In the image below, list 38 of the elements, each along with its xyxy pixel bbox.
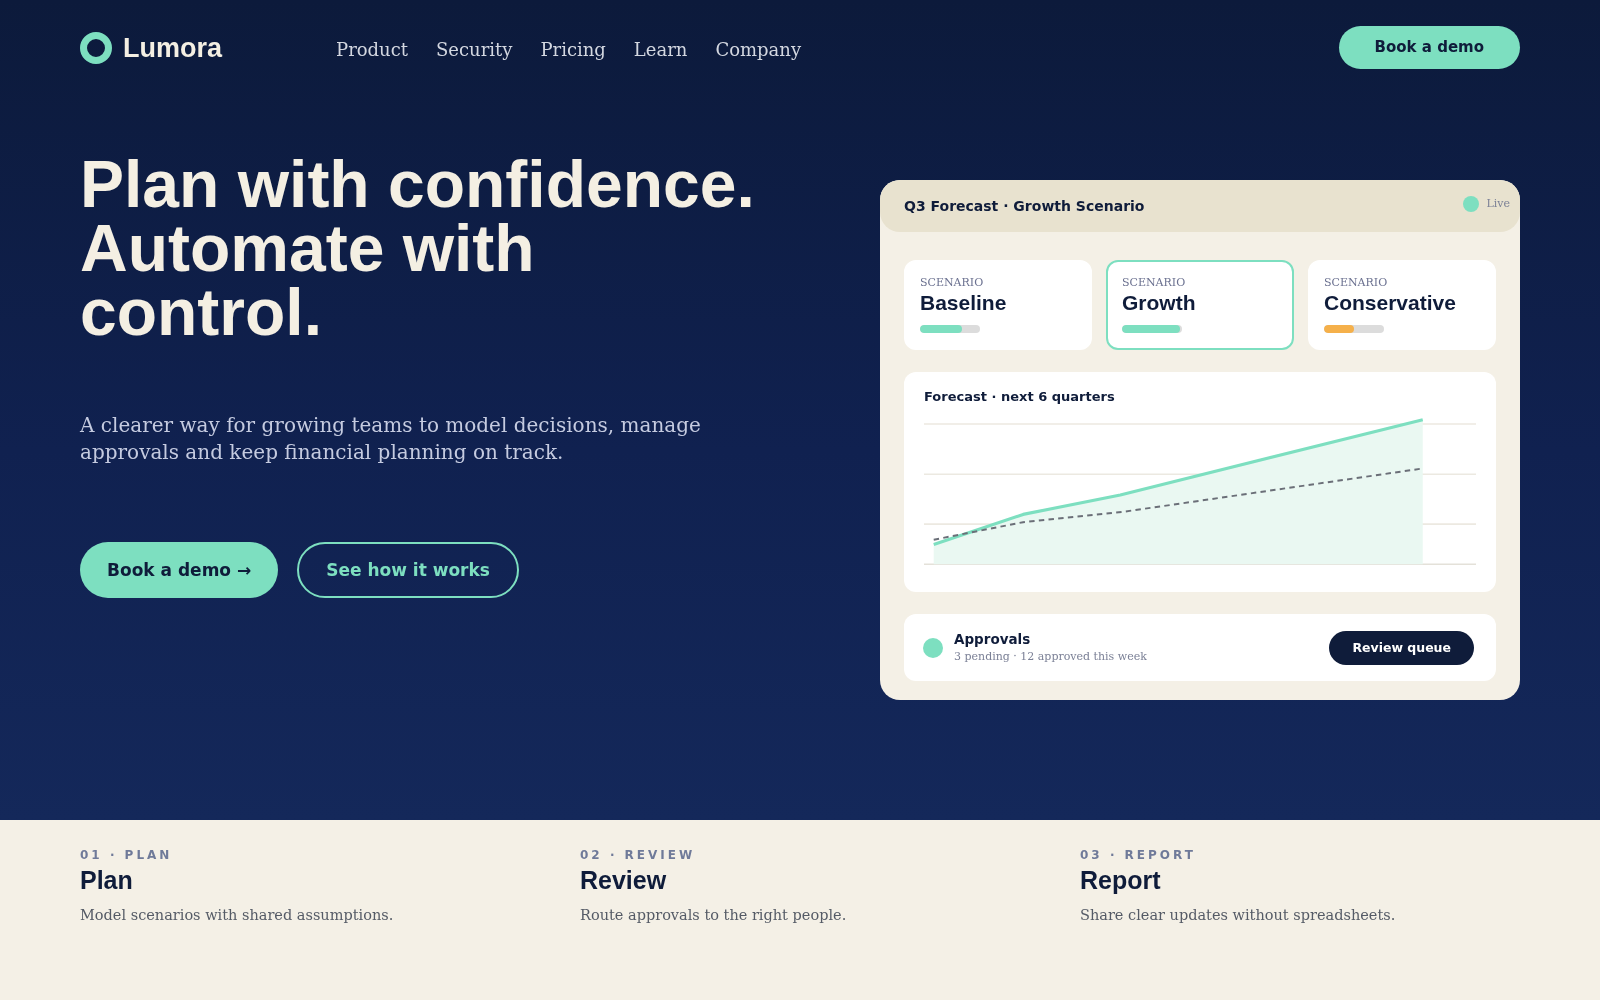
nav-link[interactable]: Security (436, 38, 513, 62)
step-description: Model scenarios with shared assumptions. (80, 906, 394, 925)
scenario-card[interactable]: SCENARIO Baseline (904, 260, 1092, 350)
nav-link[interactable]: Learn (633, 38, 688, 62)
step-eyebrow: 02 · REVIEW (580, 848, 696, 862)
book-demo-button[interactable]: Book a demo (1338, 25, 1520, 69)
approvals-title: Approvals (954, 631, 1031, 648)
status-dot-icon (923, 637, 943, 658)
panel-title: Q3 Forecast · Growth Scenario (904, 197, 1145, 215)
nav-link[interactable]: Product (336, 38, 408, 62)
scenario-label: SCENARIO (1122, 276, 1186, 290)
logo-icon (80, 32, 112, 64)
step-eyebrow: 01 · PLAN (80, 848, 173, 862)
hero-subtitle: A clearer way for growing teams to model decisions, manage approvals and keep financial planning on track. (80, 412, 702, 466)
nav-link[interactable]: Pricing (540, 38, 606, 62)
review-queue-button[interactable]: Review queue (1329, 630, 1474, 665)
status-dot-icon (1463, 196, 1480, 212)
scenario-name: Growth (1122, 290, 1196, 316)
step-title: Plan (80, 865, 133, 895)
scenario-card[interactable]: SCENARIO Growth (1106, 260, 1294, 350)
scenario-name: Conservative (1324, 290, 1456, 316)
hero-headline: Plan with confidence. Automate with control. (80, 152, 756, 344)
step-title: Report (1080, 865, 1161, 895)
primary-cta-button[interactable]: Book a demo → (80, 542, 279, 598)
scenario-label: SCENARIO (920, 276, 984, 290)
nav-link[interactable]: Company (715, 38, 802, 62)
secondary-cta-button[interactable]: See how it works (297, 542, 519, 598)
step-description: Route approvals to the right people. (580, 906, 847, 925)
approvals-summary: 3 pending · 12 approved this week (954, 650, 1147, 664)
status-label: Live (1486, 197, 1510, 211)
scenario-label: SCENARIO (1324, 276, 1388, 290)
scenario-name: Baseline (920, 290, 1007, 316)
logo-text: Lumora (123, 32, 222, 64)
step-description: Share clear updates without spreadsheets. (1080, 906, 1396, 925)
scenario-card[interactable]: SCENARIO Conservative (1308, 260, 1496, 350)
chart-title: Forecast · next 6 quarters (924, 389, 1115, 405)
step-title: Review (580, 865, 667, 895)
step-eyebrow: 03 · REPORT (1080, 848, 1196, 862)
